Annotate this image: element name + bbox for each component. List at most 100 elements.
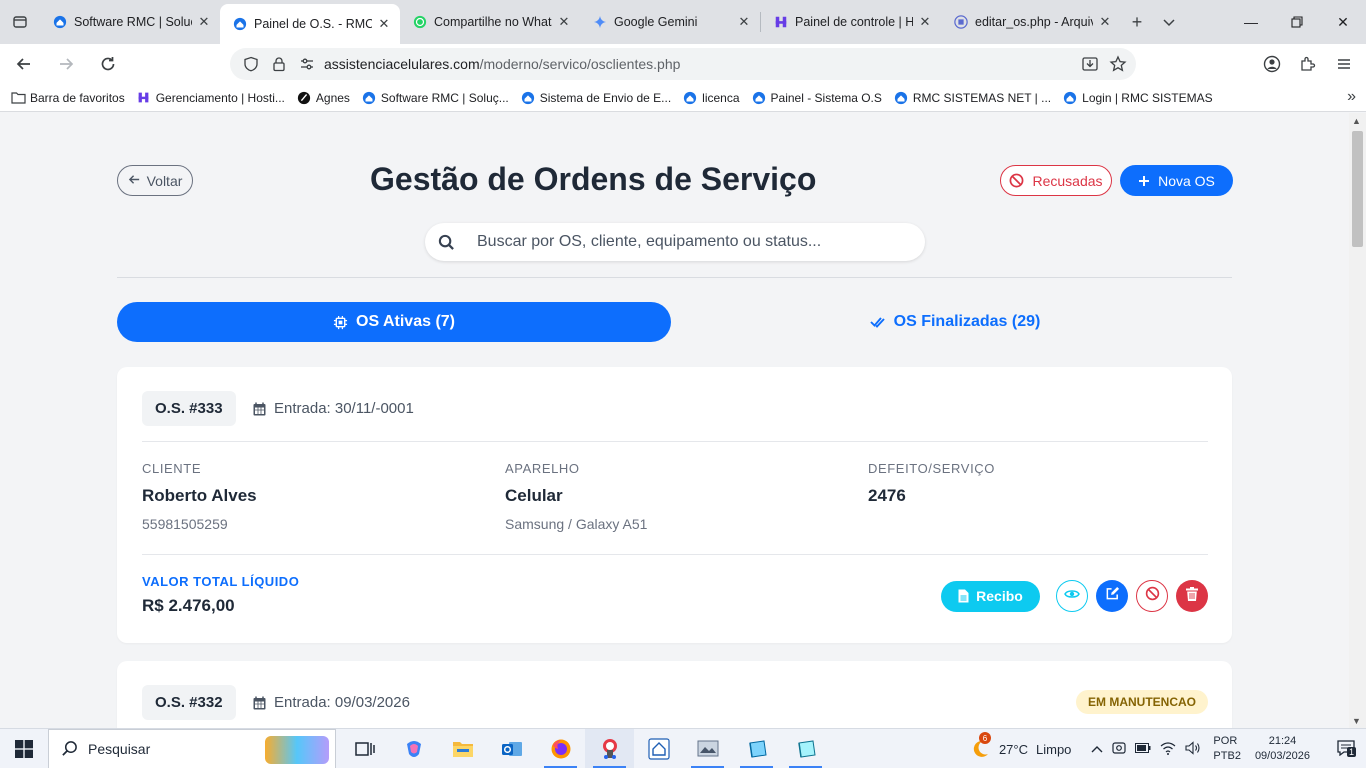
weather-widget[interactable]: 6 27°C Limpo: [969, 732, 1071, 760]
language-indicator[interactable]: POR PTB2: [1213, 734, 1241, 764]
browser-tab-4[interactable]: Google Gemini ✕: [580, 4, 760, 40]
home-app-icon[interactable]: [634, 729, 683, 768]
shield-icon[interactable]: [240, 53, 262, 75]
taskbar-clock[interactable]: 21:24 09/03/2026: [1255, 734, 1310, 764]
app-notebook-icon[interactable]: [732, 729, 781, 768]
close-icon[interactable]: ✕: [1097, 14, 1113, 30]
close-icon[interactable]: ✕: [917, 14, 933, 30]
page-scrollbar[interactable]: ▲ ▼: [1349, 113, 1366, 728]
refused-button[interactable]: Recusadas: [1000, 165, 1112, 196]
defect-label: DEFEITO/SERVIÇO: [868, 461, 995, 476]
gemini-icon: [592, 14, 608, 30]
reload-icon[interactable]: [90, 46, 126, 82]
browser-tab-6[interactable]: editar_os.php - Arquiv ✕: [941, 4, 1121, 40]
new-tab-icon[interactable]: +: [1121, 6, 1153, 38]
tab-title: Painel de controle | Ho: [795, 15, 913, 29]
bookmark-item[interactable]: Agnes: [296, 90, 350, 106]
new-os-button[interactable]: Nova OS: [1120, 165, 1233, 196]
close-icon[interactable]: ✕: [556, 14, 572, 30]
windows-start-icon[interactable]: [0, 729, 48, 768]
app-viewer-icon[interactable]: [683, 729, 732, 768]
site-settings-icon[interactable]: [296, 53, 318, 75]
app-notebook-2-icon[interactable]: [781, 729, 830, 768]
bookmark-item[interactable]: licenca: [682, 90, 740, 106]
bookmark-item[interactable]: RMC SISTEMAS NET | ...: [893, 90, 1051, 106]
notification-center[interactable]: 1: [1326, 729, 1366, 768]
close-icon[interactable]: ✕: [196, 14, 212, 30]
url-host: assistenciacelulares.com: [324, 56, 480, 72]
os-number-badge: O.S. #332: [142, 685, 236, 720]
scrollbar-thumb[interactable]: [1352, 131, 1363, 247]
wifi-icon[interactable]: [1160, 741, 1176, 758]
taskbar-tray: 6 27°C Limpo POR PTB2 21:24 09/03/2026 1: [969, 729, 1366, 768]
taskbar-search[interactable]: Pesquisar: [48, 728, 336, 768]
chevron-down-icon[interactable]: [1153, 6, 1185, 38]
system-tray: [1091, 740, 1201, 758]
copilot-icon[interactable]: [389, 729, 438, 768]
address-bar[interactable]: assistenciacelulares.com/moderno/servico…: [230, 48, 1136, 80]
card-divider: [142, 554, 1208, 555]
bookmark-item[interactable]: Software RMC | Soluç...: [361, 90, 509, 106]
url-text[interactable]: assistenciacelulares.com/moderno/servico…: [324, 56, 680, 72]
browser-tab-5[interactable]: Painel de controle | Ho ✕: [761, 4, 941, 40]
search-input[interactable]: [477, 233, 897, 251]
browser-tab-2[interactable]: Painel de O.S. - RMC S ✕: [220, 4, 400, 44]
total-value: R$ 2.476,00: [142, 596, 235, 615]
browser-tab-1[interactable]: Software RMC | Soluçõ ✕: [40, 4, 220, 40]
install-app-icon[interactable]: [1078, 52, 1102, 76]
minimize-icon[interactable]: —: [1228, 0, 1274, 44]
chevron-right-double-icon[interactable]: »: [1347, 88, 1356, 106]
tab-os-finished[interactable]: OS Finalizadas (29): [678, 302, 1232, 342]
close-icon[interactable]: ✕: [736, 14, 752, 30]
status-badge: EM MANUTENCAO: [1076, 690, 1208, 714]
refuse-button[interactable]: [1136, 580, 1168, 612]
task-view-icon[interactable]: [340, 729, 389, 768]
forward-arrow-icon[interactable]: [48, 46, 84, 82]
file-text-icon: [958, 589, 969, 603]
home-icon: [682, 90, 698, 106]
client-phone: 55981505259: [142, 516, 228, 532]
home-icon: [361, 90, 377, 106]
lock-icon[interactable]: [268, 53, 290, 75]
back-button[interactable]: Voltar: [117, 165, 193, 196]
home-icon: [1062, 90, 1078, 106]
extensions-icon[interactable]: [1294, 48, 1322, 80]
view-button[interactable]: [1056, 580, 1088, 612]
profile-icon[interactable]: [1258, 48, 1286, 80]
back-arrow-icon[interactable]: [6, 46, 42, 82]
menu-icon[interactable]: [1330, 48, 1358, 80]
scroll-down-icon[interactable]: ▼: [1352, 716, 1361, 726]
firefox-icon[interactable]: [536, 729, 585, 768]
eye-icon: [1064, 587, 1080, 605]
battery-icon[interactable]: [1135, 742, 1151, 756]
tab-os-active[interactable]: OS Ativas (7): [117, 302, 671, 342]
file-icon: [953, 14, 969, 30]
app-mixer-icon[interactable]: [585, 728, 634, 768]
bookmark-folder[interactable]: Barra de favoritos: [10, 90, 125, 106]
outlook-icon[interactable]: [487, 729, 536, 768]
close-window-icon[interactable]: ✕: [1320, 0, 1366, 44]
chevron-up-icon[interactable]: [1091, 742, 1103, 756]
bookmark-item[interactable]: Gerenciamento | Hosti...: [136, 90, 285, 106]
camera-icon[interactable]: [1112, 741, 1127, 758]
close-icon[interactable]: ✕: [376, 16, 392, 32]
edit-button[interactable]: [1096, 580, 1128, 612]
bookmark-item[interactable]: Painel - Sistema O.S: [751, 90, 882, 106]
url-actions: [1078, 52, 1130, 76]
volume-icon[interactable]: [1185, 740, 1201, 758]
back-label: Voltar: [146, 172, 183, 189]
star-icon[interactable]: [1106, 52, 1130, 76]
file-explorer-icon[interactable]: [438, 729, 487, 768]
bookmark-item[interactable]: Login | RMC SISTEMAS: [1062, 90, 1213, 106]
edit-icon: [1105, 586, 1120, 606]
delete-button[interactable]: [1176, 580, 1208, 612]
plus-icon: [1138, 175, 1150, 187]
restore-icon[interactable]: [1274, 0, 1320, 44]
browser-tab-3[interactable]: Compartilhe no Whats ✕: [400, 4, 580, 40]
tab-actions-icon[interactable]: [0, 0, 40, 44]
os-card: O.S. #332 Entrada: 09/03/2026 EM MANUTEN…: [117, 661, 1232, 728]
defect-value: 2476: [868, 486, 906, 505]
scroll-up-icon[interactable]: ▲: [1352, 116, 1361, 126]
bookmark-item[interactable]: Sistema de Envio de E...: [520, 90, 671, 106]
receipt-button[interactable]: Recibo: [941, 580, 1040, 612]
